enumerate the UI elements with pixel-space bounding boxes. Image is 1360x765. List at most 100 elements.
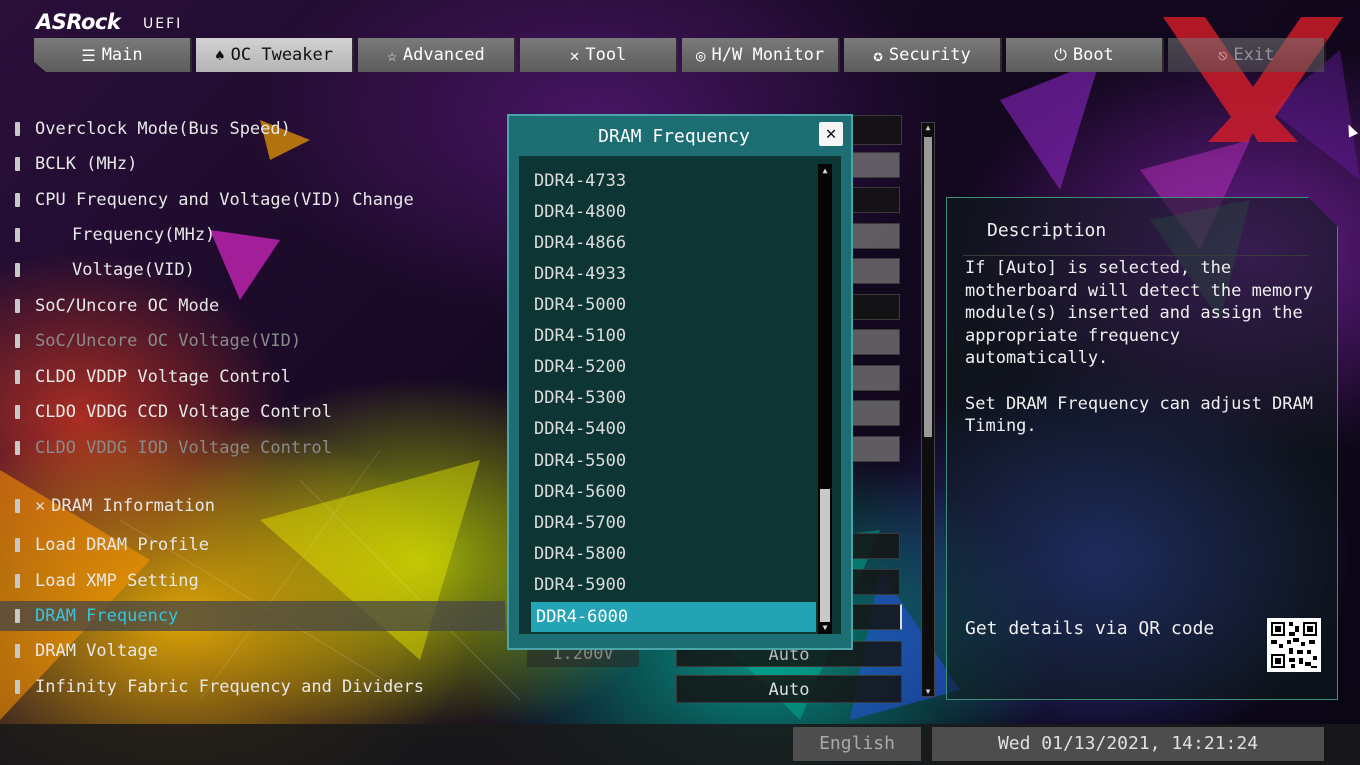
scroll-up-icon[interactable]: ▲	[923, 123, 933, 132]
bullet-icon	[15, 644, 20, 658]
tab-hw-monitor[interactable]: ◎ H/W Monitor	[682, 38, 840, 72]
menu-item-cldo-vddp[interactable]: CLDO VDDP Voltage Control	[0, 362, 500, 392]
list-item[interactable]: DDR4-4933	[529, 259, 814, 289]
menu-item-dram-voltage[interactable]: DRAM Voltage	[0, 636, 500, 666]
menu-item-load-xmp-setting[interactable]: Load XMP Setting	[0, 566, 500, 596]
bullet-icon	[15, 609, 20, 623]
list-item[interactable]: DDR4-5700	[529, 508, 814, 538]
infinity-fabric-value[interactable]: Auto	[676, 675, 902, 703]
dram-frequency-value[interactable]	[852, 604, 902, 630]
xmp-setting-value[interactable]	[852, 569, 900, 595]
wrench-icon: ✕	[35, 496, 46, 516]
scroll-down-icon[interactable]: ▼	[923, 687, 933, 696]
list-item[interactable]: DDR4-4733	[529, 166, 814, 196]
menu-item-dram-information[interactable]: ✕ DRAM Information	[0, 491, 500, 521]
tab-security[interactable]: ✪ Security	[844, 38, 1002, 72]
scrollbar-thumb[interactable]	[924, 137, 932, 437]
bullet-icon	[15, 441, 20, 455]
menu-item-soc-uncore-oc-mode[interactable]: SoC/Uncore OC Mode	[0, 291, 500, 321]
menu-item-dram-frequency[interactable]: DRAM Frequency	[0, 601, 505, 631]
frequency-value[interactable]	[852, 223, 900, 249]
tab-oc-tweaker[interactable]: ♠ OC Tweaker	[196, 38, 354, 72]
list-item[interactable]: DDR4-5300	[529, 383, 814, 413]
menu-item-label: SoC/Uncore OC Voltage(VID)	[35, 331, 302, 351]
list-item[interactable]: DDR4-5500	[529, 446, 814, 476]
language-button[interactable]: English	[793, 727, 921, 761]
datetime-display: Wed 01/13/2021, 14:21:24	[932, 727, 1324, 761]
scroll-down-icon[interactable]: ▼	[820, 623, 830, 632]
tab-boot[interactable]: ⏻ Boot	[1006, 38, 1164, 72]
bclk-value[interactable]	[852, 152, 900, 178]
main-scrollbar[interactable]: ▲ ▼	[921, 122, 935, 697]
selected-list-item[interactable]: DDR4-6000	[531, 602, 816, 632]
bullet-icon	[15, 405, 20, 419]
scrollbar-thumb[interactable]	[820, 489, 830, 622]
cpu-change-value[interactable]	[852, 187, 900, 213]
bullet-icon	[15, 538, 20, 552]
description-panel: Description If [Auto] is selected, the m…	[946, 197, 1338, 700]
tab-tool[interactable]: ✕ Tool	[520, 38, 678, 72]
frequency-option-list: DDR4-4733 DDR4-4800 DDR4-4866 DDR4-4933 …	[519, 156, 841, 634]
list-item[interactable]: DDR4-5000	[529, 290, 814, 320]
close-icon[interactable]: ✕	[819, 122, 843, 146]
list-item[interactable]: DDR4-5400	[529, 414, 814, 444]
menu-item-label: Voltage(VID)	[72, 260, 195, 280]
menu-item-cldo-vddg-ccd[interactable]: CLDO VDDG CCD Voltage Control	[0, 397, 500, 427]
menu-item-label: BCLK (MHz)	[35, 154, 138, 174]
menu-item-frequency[interactable]: Frequency(MHz)	[0, 220, 500, 250]
soc-mode-value[interactable]	[852, 294, 900, 320]
voltage-value[interactable]	[852, 258, 900, 284]
bullet-icon	[15, 334, 20, 348]
menu-item-bclk[interactable]: BCLK (MHz)	[0, 149, 500, 179]
shield-icon: ✪	[873, 45, 883, 65]
brand-logo-suffix: UEFI	[143, 16, 183, 32]
list-item[interactable]: DDR4-5100	[529, 321, 814, 351]
tab-main[interactable]: ☰ Main	[34, 38, 192, 72]
tab-label: Boot	[1072, 45, 1114, 65]
tools-icon: ✕	[569, 45, 580, 65]
menu-item-load-dram-profile[interactable]: Load DRAM Profile	[0, 530, 500, 560]
list-item[interactable]: DDR4-5200	[529, 352, 814, 382]
list-item[interactable]: DDR4-5600	[529, 477, 814, 507]
cldo-vddg-ccd-value[interactable]	[852, 400, 900, 426]
bullet-icon	[15, 193, 20, 207]
popup-scrollbar[interactable]: ▲ ▼	[818, 164, 832, 634]
bullet-icon	[15, 370, 20, 384]
monitor-icon: ◎	[695, 45, 706, 65]
menu-item-label: CLDO VDDG IOD Voltage Control	[35, 438, 332, 458]
menu-item-infinity-fabric[interactable]: Infinity Fabric Frequency and Dividers	[0, 672, 500, 702]
list-item[interactable]: DDR4-4800	[529, 197, 814, 227]
cldo-vddg-iod-value	[852, 436, 900, 462]
tab-label: OC Tweaker	[230, 45, 333, 65]
bullet-icon	[15, 228, 20, 242]
menu-item-label: CPU Frequency and Voltage(VID) Change	[35, 190, 414, 210]
list-item[interactable]: DDR4-5900	[529, 570, 814, 600]
tab-exit[interactable]: ⎋ Exit	[1168, 38, 1326, 72]
dram-frequency-popup: DRAM Frequency ✕ DDR4-4733 DDR4-4800 DDR…	[507, 114, 853, 650]
watermark-xx	[1163, 17, 1343, 142]
list-item[interactable]: DDR4-5800	[529, 539, 814, 569]
scroll-up-icon[interactable]: ▲	[820, 166, 830, 175]
menu-item-cpu-frequency-voltage[interactable]: CPU Frequency and Voltage(VID) Change	[0, 185, 500, 215]
list-item[interactable]: DDR4-4866	[529, 228, 814, 258]
tab-label: Tool	[585, 45, 627, 65]
dram-profile-value[interactable]	[852, 533, 900, 559]
bullet-icon	[15, 680, 20, 694]
cldo-vddp-value[interactable]	[852, 365, 900, 391]
tab-label: Security	[888, 45, 971, 65]
bullet-icon	[15, 499, 20, 513]
qr-label: Get details via QR code	[965, 618, 1215, 639]
menu-item-label: Frequency(MHz)	[72, 225, 216, 245]
tab-advanced[interactable]: ☆ Advanced	[358, 38, 516, 72]
bullet-icon	[15, 157, 20, 171]
menu-item-label: CLDO VDDP Voltage Control	[35, 367, 291, 387]
list-icon: ☰	[81, 45, 96, 65]
popup-title: DRAM Frequency	[598, 126, 750, 147]
menu-item-label: DRAM Information	[51, 496, 216, 516]
power-icon: ⏻	[1054, 45, 1067, 64]
description-divider	[963, 255, 1309, 256]
menu-item-label: Overclock Mode(Bus Speed)	[35, 119, 291, 139]
rocket-icon: ♠	[215, 45, 225, 65]
menu-item-voltage[interactable]: Voltage(VID)	[0, 255, 500, 285]
menu-item-overclock-mode[interactable]: Overclock Mode(Bus Speed)	[0, 114, 500, 144]
